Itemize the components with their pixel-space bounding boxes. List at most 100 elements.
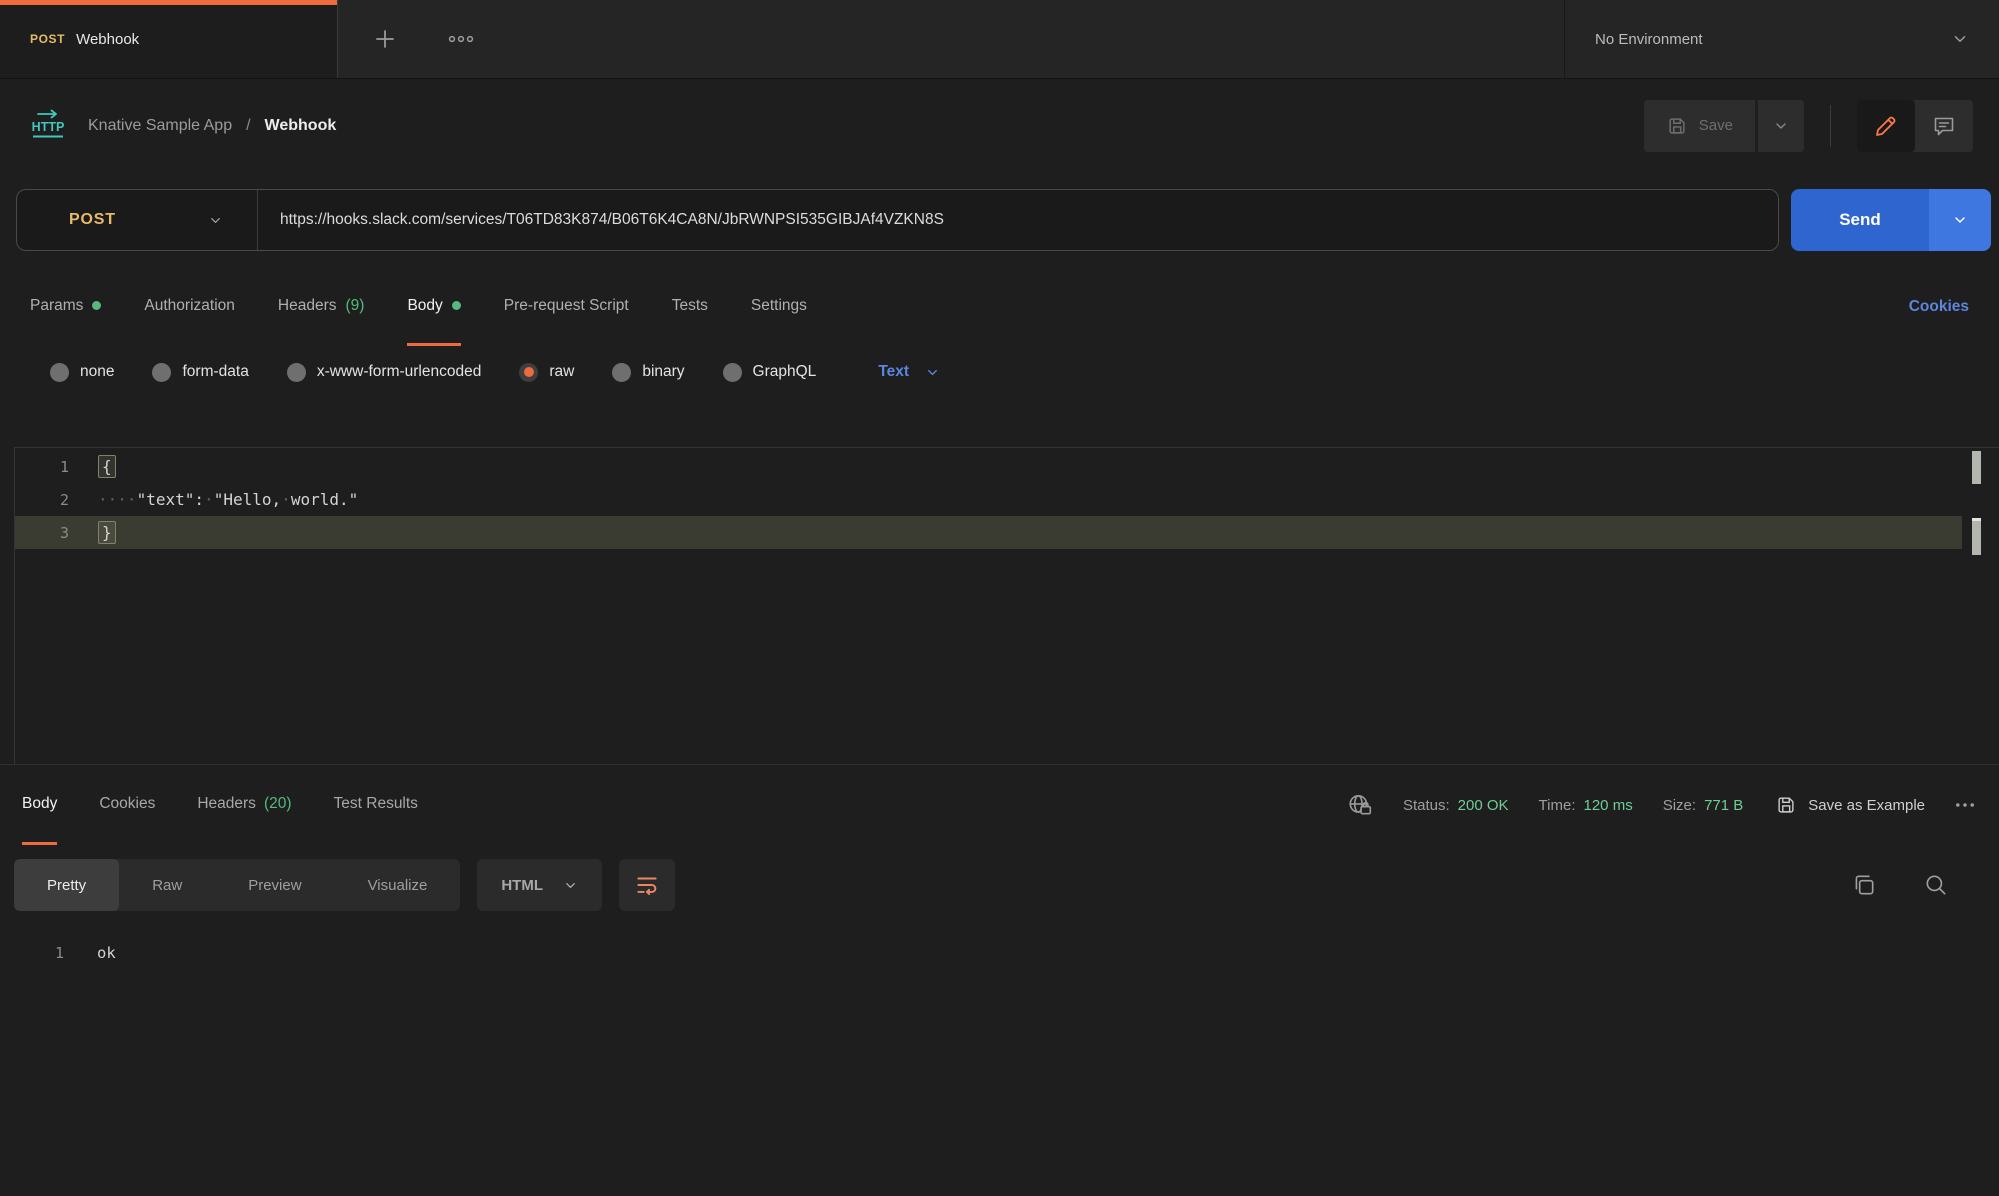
- response-tab-headers[interactable]: Headers (20): [197, 765, 291, 845]
- mode-form-data[interactable]: form-data: [152, 363, 248, 382]
- environment-selector[interactable]: No Environment: [1564, 0, 1999, 78]
- send-button[interactable]: Send: [1791, 189, 1929, 251]
- url-input[interactable]: [258, 190, 1778, 250]
- globe-lock-icon[interactable]: [1347, 792, 1373, 818]
- editor-line-active: 3 }: [15, 516, 1962, 549]
- send-options-button[interactable]: [1929, 189, 1991, 251]
- radio-none[interactable]: [50, 363, 69, 382]
- view-pretty[interactable]: Pretty: [14, 859, 119, 911]
- tab-authorization[interactable]: Authorization: [144, 268, 234, 346]
- raw-language-value: Text: [878, 363, 909, 381]
- chevron-down-icon: [208, 213, 223, 228]
- tab-params[interactable]: Params: [30, 268, 101, 346]
- mode-graphql[interactable]: GraphQL: [723, 363, 817, 382]
- radio-urlencoded[interactable]: [287, 363, 306, 382]
- tab-tests[interactable]: Tests: [672, 268, 708, 346]
- response-tab-cookies[interactable]: Cookies: [99, 765, 155, 845]
- comments-button[interactable]: [1915, 100, 1973, 152]
- view-visualize[interactable]: Visualize: [335, 859, 461, 911]
- request-body-editor[interactable]: 1 { 2 ····"text":·"Hello,·world." 3 }: [14, 447, 1999, 764]
- mode-urlencoded[interactable]: x-www-form-urlencoded: [287, 363, 482, 382]
- tab-pre-request-script[interactable]: Pre-request Script: [504, 268, 629, 346]
- cookies-link[interactable]: Cookies: [1909, 268, 1969, 346]
- url-box: POST: [16, 189, 1779, 251]
- wrap-line-button[interactable]: [619, 859, 675, 911]
- response-header: Body Cookies Headers (20) Test Results S…: [0, 764, 1999, 845]
- response-body[interactable]: 1 ok: [0, 925, 1999, 1196]
- svg-text:HTTP: HTTP: [32, 120, 65, 134]
- view-preview[interactable]: Preview: [215, 859, 334, 911]
- open-request-tab[interactable]: POST Webhook: [0, 0, 338, 78]
- tab-body-label: Body: [407, 297, 442, 315]
- view-raw[interactable]: Raw: [119, 859, 215, 911]
- chevron-down-icon: [1952, 212, 1968, 228]
- headers-count-badge: (9): [345, 297, 364, 315]
- mode-raw-label: raw: [549, 363, 574, 381]
- mode-none[interactable]: none: [50, 363, 114, 382]
- response-format-selector[interactable]: HTML: [477, 859, 602, 911]
- editor-scrollbar[interactable]: [1972, 448, 1981, 764]
- wrap-text-icon: [634, 872, 660, 898]
- tab-options-button[interactable]: [448, 34, 474, 44]
- breadcrumb-request-name[interactable]: Webhook: [265, 117, 337, 135]
- body-indicator-dot: [452, 301, 461, 310]
- radio-binary[interactable]: [612, 363, 631, 382]
- tab-method-badge: POST: [30, 32, 65, 46]
- request-tab-bar: POST Webhook No Environment: [0, 0, 1999, 79]
- save-as-example-button[interactable]: Save as Example: [1775, 794, 1925, 816]
- mode-none-label: none: [80, 363, 114, 381]
- breadcrumb-collection[interactable]: Knative Sample App: [88, 117, 232, 135]
- postman-app: POST Webhook No Environment H: [0, 0, 1999, 1196]
- method-selector[interactable]: POST: [17, 190, 257, 250]
- radio-graphql[interactable]: [723, 363, 742, 382]
- search-response-button[interactable]: [1923, 872, 1949, 898]
- chevron-down-icon: [925, 365, 940, 380]
- size-group: Size: 771 B: [1663, 797, 1744, 814]
- save-icon: [1666, 115, 1688, 137]
- save-button[interactable]: Save: [1644, 100, 1755, 152]
- save-button-label: Save: [1699, 117, 1733, 134]
- time-label: Time:: [1539, 797, 1576, 814]
- save-button-group: Save: [1644, 100, 1804, 152]
- search-icon: [1923, 872, 1949, 898]
- scrollbar-mark: [1972, 451, 1981, 484]
- sidebar-toggle-panel: [1857, 100, 1973, 152]
- mode-form-data-label: form-data: [182, 363, 248, 381]
- response-tab-body-label: Body: [22, 795, 57, 813]
- radio-form-data[interactable]: [152, 363, 171, 382]
- tab-settings[interactable]: Settings: [751, 268, 807, 346]
- tab-tests-label: Tests: [672, 297, 708, 315]
- line-number: 3: [15, 524, 69, 542]
- toolbar-divider: [1830, 105, 1831, 147]
- status-value: 200 OK: [1458, 797, 1509, 814]
- edit-request-button[interactable]: [1857, 100, 1915, 152]
- radio-raw-selected[interactable]: [519, 363, 538, 382]
- response-tab-body[interactable]: Body: [22, 765, 57, 845]
- more-options-icon: [448, 34, 474, 44]
- new-tab-button[interactable]: [372, 26, 398, 52]
- response-format-value: HTML: [501, 877, 543, 894]
- chevron-down-icon: [1773, 118, 1789, 134]
- copy-response-button[interactable]: [1851, 872, 1877, 898]
- plus-icon: [372, 26, 398, 52]
- tab-authorization-label: Authorization: [144, 297, 234, 315]
- breadcrumb-separator: /: [246, 117, 250, 135]
- tab-title: Webhook: [76, 31, 139, 48]
- environment-name: No Environment: [1595, 31, 1939, 48]
- tab-settings-label: Settings: [751, 297, 807, 315]
- save-options-button[interactable]: [1758, 100, 1804, 152]
- time-value: 120 ms: [1584, 797, 1633, 814]
- mode-raw[interactable]: raw: [519, 363, 574, 382]
- response-options-button[interactable]: [1953, 801, 1977, 809]
- tab-body[interactable]: Body: [407, 268, 460, 346]
- editor-line: 2 ····"text":·"Hello,·world.": [15, 483, 1962, 516]
- mode-binary[interactable]: binary: [612, 363, 684, 382]
- code-text: ····"text":·"Hello,·world.": [69, 490, 358, 509]
- response-headers-count: (20): [264, 795, 292, 813]
- view-switcher: Pretty Raw Preview Visualize: [14, 859, 460, 911]
- response-line: 1 ok: [0, 937, 1999, 969]
- response-tab-test-results[interactable]: Test Results: [334, 765, 418, 845]
- raw-language-selector[interactable]: Text: [878, 363, 940, 381]
- http-protocol-icon: HTTP: [26, 109, 70, 143]
- tab-headers[interactable]: Headers (9): [278, 268, 365, 346]
